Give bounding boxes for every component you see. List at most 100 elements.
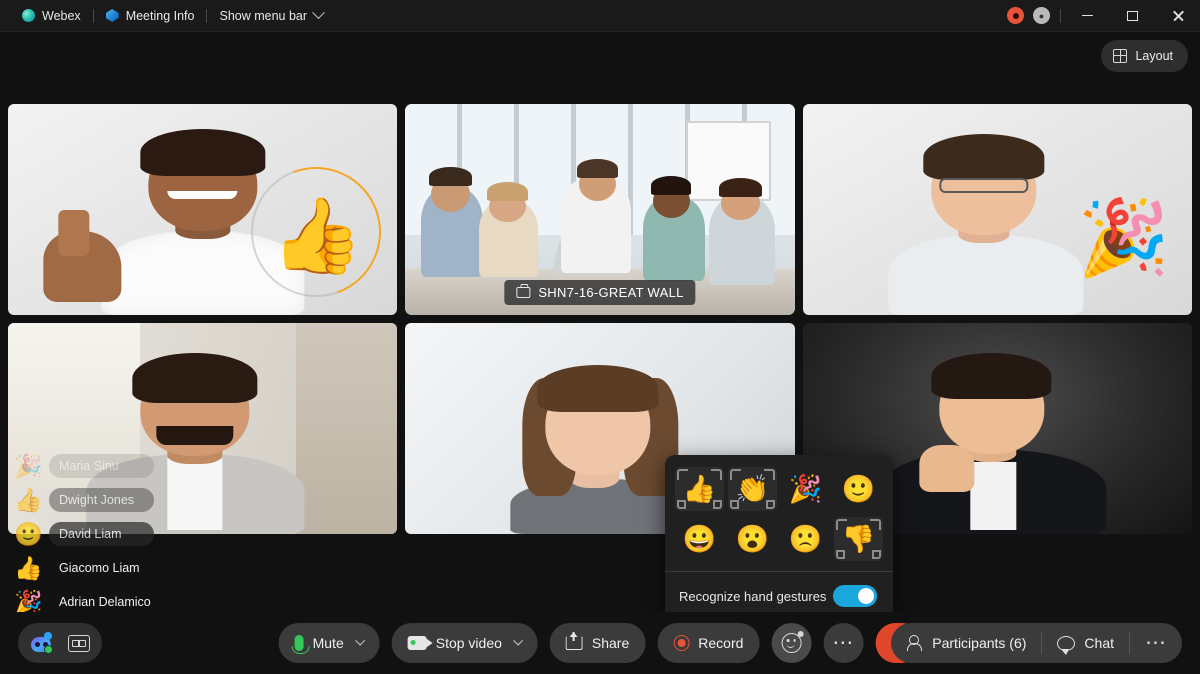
maximize-button[interactable] <box>1110 0 1155 32</box>
video-tile-participant-celebrate[interactable]: 🎉 <box>802 104 1192 315</box>
toast-name: Giacomo Liam <box>49 556 154 580</box>
recording-indicator-icon[interactable] <box>1007 7 1024 24</box>
record-label: Record <box>698 635 744 651</box>
emoji-glyph: 👍 <box>682 473 717 504</box>
panel-controls-group: Participants (6) Chat ⋯ <box>891 623 1182 663</box>
reaction-toast: 👍 Dwight Jones <box>14 488 154 512</box>
toast-name: Adrian Delamico <box>49 590 154 614</box>
chat-label: Chat <box>1084 635 1114 651</box>
device-icon <box>516 284 531 298</box>
closed-captions-button[interactable] <box>62 626 96 660</box>
share-label: Share <box>591 635 630 651</box>
reaction-sad-button[interactable]: 🙁 <box>781 517 830 561</box>
ai-assistant-icon <box>29 632 53 654</box>
emoji-glyph: 🎉 <box>788 473 823 504</box>
reaction-toast-list: 🎉 Maria Sinu 👍 Dwight Jones 🙂 David Liam… <box>14 454 154 614</box>
webex-meeting-window: Webex Meeting Info Show menu bar ● Layou… <box>0 0 1200 674</box>
reaction-surprised-button[interactable]: 😮 <box>728 517 777 561</box>
toast-emoji: 👍 <box>14 554 43 581</box>
minimize-icon <box>1082 14 1093 17</box>
emoji-glyph: 👏 <box>735 473 770 504</box>
meeting-info-label: Meeting Info <box>125 8 195 23</box>
maximize-icon <box>1127 10 1138 21</box>
chevron-down-icon <box>312 6 325 20</box>
camera-icon <box>407 636 433 650</box>
ellipsis-icon: ⋯ <box>1145 630 1167 654</box>
meeting-controls-bar: Mute Stop video Share Record ⋯ Participa… <box>0 612 1200 674</box>
share-button[interactable]: Share <box>549 623 646 663</box>
video-tile-room-device-great-wall[interactable]: SHN7-16-GREAT WALL <box>405 104 795 315</box>
toast-emoji: 🎉 <box>14 452 43 479</box>
participants-label: Participants (6) <box>932 635 1027 651</box>
record-button[interactable]: Record <box>657 623 760 663</box>
record-icon <box>673 635 690 651</box>
close-icon <box>1172 10 1184 22</box>
tile-name-label: SHN7-16-GREAT WALL <box>504 280 696 305</box>
reaction-toast: 🙂 David Liam <box>14 522 154 546</box>
meeting-info-button[interactable]: Meeting Info <box>94 0 207 32</box>
reactions-button[interactable] <box>771 623 812 663</box>
emoji-glyph: 😮 <box>735 523 770 554</box>
webex-logo-icon <box>22 9 35 22</box>
reaction-smile-button[interactable]: 🙂 <box>834 467 883 511</box>
reactions-popup: 👍 👏 🎉 🙂 😀 😮 🙁 👎 Recognize hand gestures <box>665 455 893 629</box>
microphone-icon <box>291 635 310 654</box>
stop-video-button[interactable]: Stop video <box>391 623 538 663</box>
primary-controls-group: Mute Stop video Share Record ⋯ <box>278 623 922 663</box>
tile-reaction-emoji: 🎉 <box>1077 196 1170 279</box>
reaction-laugh-button[interactable]: 😀 <box>675 517 724 561</box>
minimize-button[interactable] <box>1065 0 1110 32</box>
smiley-reaction-icon <box>781 631 804 653</box>
close-button[interactable] <box>1155 0 1200 32</box>
reaction-clap-button[interactable]: 👏 <box>728 467 777 511</box>
video-tile-participant-thumbs-up[interactable]: 👍 <box>8 104 398 315</box>
layout-button[interactable]: Layout <box>1101 40 1188 72</box>
show-menu-bar-label: Show menu bar <box>219 8 308 23</box>
participants-button[interactable]: Participants (6) <box>891 623 1041 663</box>
show-menu-bar-button[interactable]: Show menu bar <box>207 0 335 32</box>
closed-captions-icon <box>68 634 90 652</box>
chevron-down-icon[interactable] <box>355 635 366 646</box>
reaction-toast: 🎉 Maria Sinu <box>14 454 154 478</box>
ai-assistant-button[interactable] <box>24 626 58 660</box>
title-bar: Webex Meeting Info Show menu bar ● <box>0 0 1200 32</box>
chat-button[interactable]: Chat <box>1042 623 1129 663</box>
assistant-controls-group <box>18 623 102 663</box>
reaction-celebrate-button[interactable]: 🎉 <box>781 467 830 511</box>
more-options-button[interactable]: ⋯ <box>823 623 864 663</box>
app-menu-webex[interactable]: Webex <box>10 0 93 32</box>
reaction-thumbs-up-button[interactable]: 👍 <box>675 467 724 511</box>
toast-emoji: 👍 <box>14 486 43 513</box>
mute-label: Mute <box>312 635 344 651</box>
emoji-glyph: 🙂 <box>841 473 876 504</box>
people-icon <box>906 635 923 651</box>
toast-name: David Liam <box>49 522 154 546</box>
tile-reaction-emoji: 👍 <box>271 194 364 277</box>
toast-name: Dwight Jones <box>49 488 154 512</box>
chat-bubble-icon <box>1057 635 1076 655</box>
network-quality-icon[interactable]: ● <box>1033 7 1050 24</box>
reaction-toast: 👍 Giacomo Liam <box>14 556 154 580</box>
reaction-toast: 🎉 Adrian Delamico <box>14 590 154 614</box>
layout-label: Layout <box>1135 49 1173 63</box>
mute-button[interactable]: Mute <box>278 623 380 663</box>
video-grid: 👍 SHN7-16-GREAT WALL 🎉 <box>8 104 1192 534</box>
ellipsis-icon: ⋯ <box>832 630 855 654</box>
tile-label-text: SHN7-16-GREAT WALL <box>538 285 684 300</box>
toast-emoji: 🎉 <box>14 588 43 615</box>
share-screen-icon <box>565 632 583 650</box>
emoji-glyph: 👎 <box>841 523 876 554</box>
meeting-info-icon <box>105 9 119 22</box>
emoji-glyph: 😀 <box>682 523 717 554</box>
recognize-hand-gestures-toggle[interactable] <box>833 585 877 607</box>
chevron-down-icon[interactable] <box>513 635 524 646</box>
recognize-hand-gestures-label: Recognize hand gestures <box>679 588 827 604</box>
emoji-glyph: 🙁 <box>788 523 823 554</box>
toast-name: Maria Sinu <box>49 454 154 478</box>
app-name-label: Webex <box>42 8 81 23</box>
panel-more-button[interactable]: ⋯ <box>1130 623 1182 663</box>
reactions-grid: 👍 👏 🎉 🙂 😀 😮 🙁 👎 <box>675 467 883 561</box>
reaction-thumbs-down-button[interactable]: 👎 <box>834 517 883 561</box>
stop-video-label: Stop video <box>435 635 502 651</box>
grid-layout-icon <box>1113 48 1128 63</box>
